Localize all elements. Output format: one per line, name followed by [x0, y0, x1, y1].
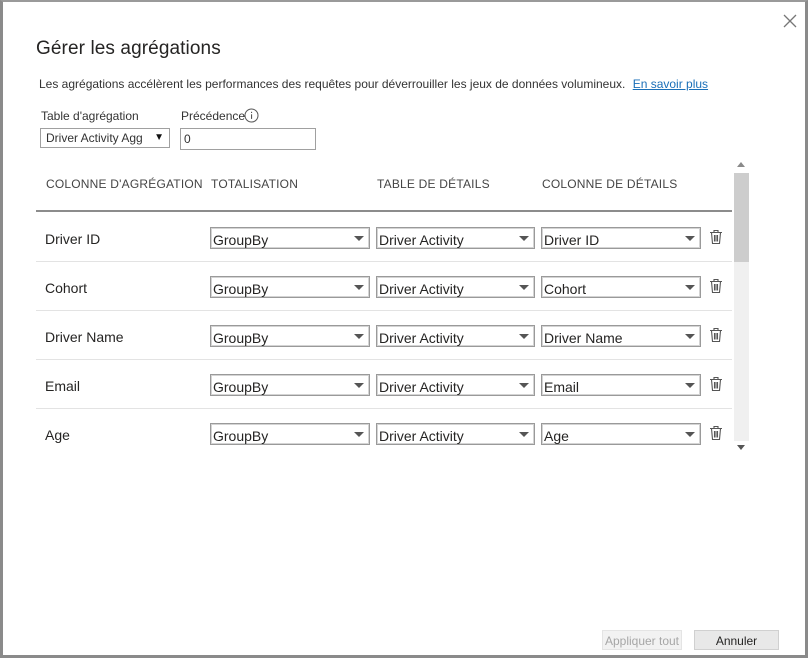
- aggregation-table-label: Table d'agrégation: [41, 109, 139, 123]
- summarization-value: GroupBy: [213, 379, 269, 395]
- close-icon[interactable]: [781, 12, 799, 30]
- header-detail-table: TABLE DE DÉTAILS: [377, 177, 490, 191]
- table-row: Driver Name GroupBy Driver Activity Driv…: [36, 311, 732, 360]
- header-divider: [36, 210, 732, 212]
- scroll-thumb[interactable]: [734, 173, 749, 262]
- table-row: Age GroupBy Driver Activity Age: [36, 409, 732, 458]
- chevron-down-icon: [354, 285, 364, 290]
- chevron-down-icon: [685, 383, 695, 388]
- trash-icon[interactable]: [709, 327, 723, 343]
- detail-table-value: Driver Activity: [379, 281, 464, 297]
- detail-column-value: Cohort: [544, 281, 587, 297]
- chevron-down-icon: [354, 236, 364, 241]
- aggregation-column-name: Age: [45, 427, 70, 443]
- cancel-button[interactable]: Annuler: [694, 630, 779, 650]
- detail-table-value: Driver Activity: [379, 232, 464, 248]
- trash-icon[interactable]: [709, 425, 723, 441]
- summarization-dropdown[interactable]: GroupBy: [210, 325, 370, 347]
- table-row: Driver ID GroupBy Driver Activity Driver…: [36, 213, 732, 262]
- detail-column-dropdown[interactable]: Driver Name: [541, 325, 701, 347]
- apply-all-button[interactable]: Appliquer tout: [602, 630, 682, 650]
- chevron-down-icon: [685, 334, 695, 339]
- detail-column-value: Driver ID: [544, 232, 600, 248]
- aggregation-table-value: Driver Activity Agg: [46, 131, 143, 145]
- header-detail-column: COLONNE DE DÉTAILS: [542, 177, 678, 191]
- detail-table-dropdown[interactable]: Driver Activity: [376, 325, 535, 347]
- table-row: Cohort GroupBy Driver Activity Cohort: [36, 262, 732, 311]
- summarization-value: GroupBy: [213, 232, 269, 248]
- chevron-down-icon: [519, 334, 529, 339]
- chevron-down-icon: [519, 383, 529, 388]
- trash-icon[interactable]: [709, 376, 723, 392]
- summarization-dropdown[interactable]: GroupBy: [210, 374, 370, 396]
- table-row: Email GroupBy Driver Activity Email: [36, 360, 732, 409]
- chevron-down-icon: [354, 334, 364, 339]
- detail-table-dropdown[interactable]: Driver Activity: [376, 423, 535, 445]
- trash-icon[interactable]: [709, 278, 723, 294]
- chevron-down-icon: ▼: [154, 132, 164, 143]
- aggregation-column-name: Cohort: [45, 280, 88, 296]
- summarization-value: GroupBy: [213, 330, 269, 346]
- detail-table-dropdown[interactable]: Driver Activity: [376, 374, 535, 396]
- summarization-value: GroupBy: [213, 281, 269, 297]
- info-icon[interactable]: [244, 108, 259, 123]
- aggregation-column-name: Driver ID: [45, 231, 101, 247]
- detail-column-dropdown[interactable]: Driver ID: [541, 227, 701, 249]
- detail-column-dropdown[interactable]: Age: [541, 423, 701, 445]
- learn-more-link[interactable]: En savoir plus: [633, 77, 708, 91]
- chevron-down-icon: [354, 383, 364, 388]
- detail-column-value: Email: [544, 379, 580, 395]
- chevron-down-icon: [519, 432, 529, 437]
- trash-icon[interactable]: [709, 229, 723, 245]
- precedence-input[interactable]: 0: [180, 128, 316, 150]
- header-aggregation-column: COLONNE D'AGRÉGATION: [46, 177, 203, 191]
- aggregation-column-name: Driver Name: [45, 329, 124, 345]
- detail-table-dropdown[interactable]: Driver Activity: [376, 276, 535, 298]
- summarization-value: GroupBy: [213, 428, 269, 444]
- detail-column-dropdown[interactable]: Cohort: [541, 276, 701, 298]
- chevron-down-icon: [685, 285, 695, 290]
- detail-table-value: Driver Activity: [379, 428, 464, 444]
- detail-table-value: Driver Activity: [379, 330, 464, 346]
- scroll-up-arrow-icon[interactable]: [737, 162, 745, 167]
- table-scrollbar[interactable]: [734, 157, 749, 456]
- detail-table-dropdown[interactable]: Driver Activity: [376, 227, 535, 249]
- chevron-down-icon: [685, 236, 695, 241]
- chevron-down-icon: [519, 236, 529, 241]
- manage-aggregations-dialog: Gérer les agrégations Les agrégations ac…: [0, 0, 808, 658]
- detail-column-value: Age: [544, 428, 569, 444]
- detail-column-dropdown[interactable]: Email: [541, 374, 701, 396]
- aggregation-table-select[interactable]: Driver Activity Agg ▼: [40, 128, 170, 148]
- detail-table-value: Driver Activity: [379, 379, 464, 395]
- summarization-dropdown[interactable]: GroupBy: [210, 276, 370, 298]
- summarization-dropdown[interactable]: GroupBy: [210, 423, 370, 445]
- precedence-label: Précédence: [181, 109, 246, 123]
- dialog-title: Gérer les agrégations: [36, 38, 221, 59]
- dialog-description: Les agrégations accélèrent les performan…: [39, 77, 708, 91]
- scroll-down-arrow-icon[interactable]: [737, 445, 745, 450]
- header-summarization: TOTALISATION: [211, 177, 299, 191]
- chevron-down-icon: [519, 285, 529, 290]
- summarization-dropdown[interactable]: GroupBy: [210, 227, 370, 249]
- detail-column-value: Driver Name: [544, 330, 623, 346]
- aggregation-column-name: Email: [45, 378, 81, 394]
- chevron-down-icon: [354, 432, 364, 437]
- description-text: Les agrégations accélèrent les performan…: [39, 77, 626, 91]
- chevron-down-icon: [685, 432, 695, 437]
